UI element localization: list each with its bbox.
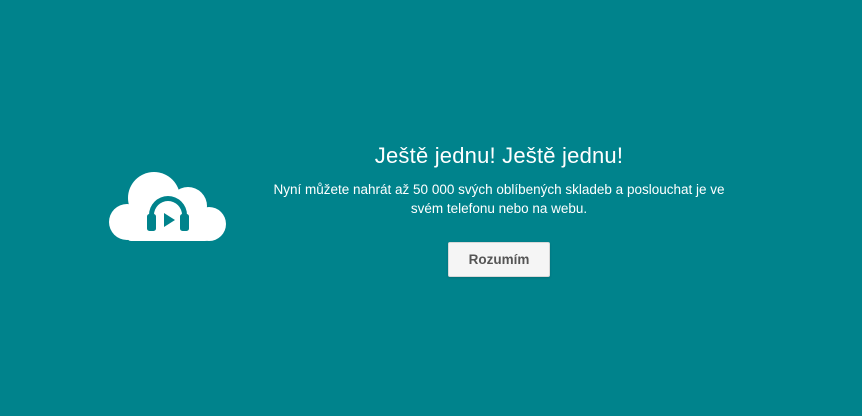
dialog-title: Ještě jednu! Ještě jednu!: [374, 143, 624, 168]
ok-button[interactable]: Rozumím: [448, 242, 550, 277]
dialog-message: Nyní můžete nahrát až 50 000 svých oblíb…: [273, 182, 725, 216]
cloud-headphones-icon: [108, 170, 228, 242]
dialog: Ještě jednu! Ještě jednu! Nyní můžete na…: [262, 140, 736, 277]
